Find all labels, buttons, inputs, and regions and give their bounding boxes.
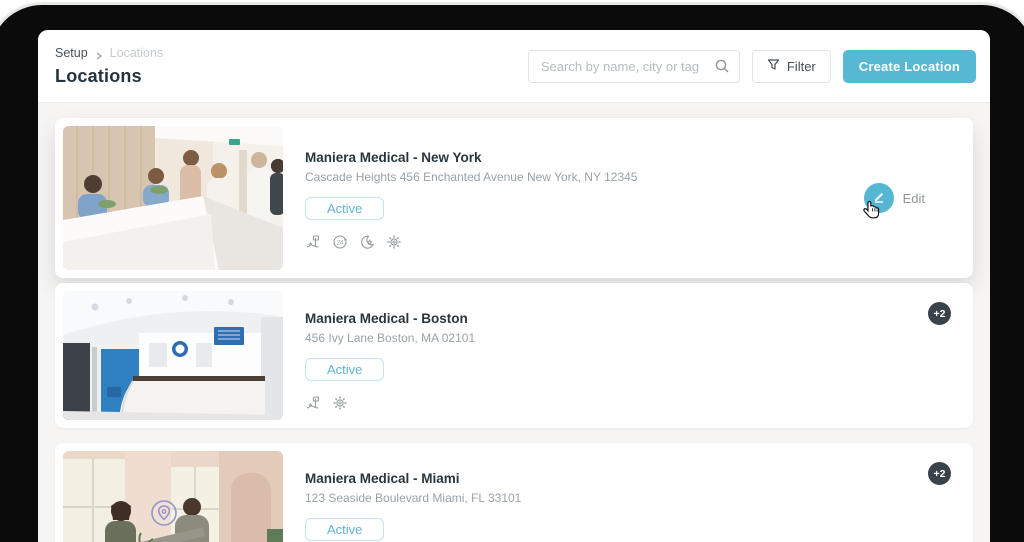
extra-count-badge[interactable]: +2 <box>928 462 951 485</box>
location-name: Maniera Medical - Boston <box>305 311 468 326</box>
search-icon[interactable] <box>714 58 730 79</box>
funnel-icon <box>767 58 780 74</box>
feature-icons <box>305 395 475 411</box>
filter-button[interactable]: Filter <box>751 49 831 83</box>
search-wrap <box>527 49 740 83</box>
filter-button-label: Filter <box>786 58 816 74</box>
location-card-miami[interactable]: Maniera Medical - Miami 123 Seaside Boul… <box>55 443 973 542</box>
location-photo-new-york <box>63 126 283 270</box>
location-info: Maniera Medical - New York Cascade Heigh… <box>305 126 637 270</box>
edit-area: Edit <box>862 183 925 219</box>
search-input[interactable] <box>527 49 740 83</box>
location-name: Maniera Medical - New York <box>305 150 482 165</box>
status-badge: Active <box>305 197 385 220</box>
edit-label: Edit <box>902 190 925 206</box>
edit-button[interactable] <box>863 183 894 213</box>
locations-list: Maniera Medical - New York Cascade Heigh… <box>38 103 990 542</box>
location-name: Maniera Medical - Miami <box>305 471 460 486</box>
header-left: Setup Locations Locations <box>55 46 163 87</box>
breadcrumb-setup[interactable]: Setup <box>55 46 88 60</box>
location-address: Cascade Heights 456 Enchanted Avenue New… <box>305 170 638 184</box>
app-window: Setup Locations Locations Search by name… <box>38 30 990 542</box>
moon-star-icon <box>361 235 375 249</box>
page-background: Setup Locations Locations Search by name… <box>0 0 1024 542</box>
hours-24-icon: 24 <box>333 235 348 249</box>
feature-icons: 24 <box>305 234 637 250</box>
page-title: Locations <box>55 65 142 86</box>
device-frame: Setup Locations Locations Search by name… <box>0 5 1024 542</box>
location-address: 456 Ivy Lane Boston, MA 02101 <box>305 331 476 345</box>
gear-icon <box>387 235 401 249</box>
location-card-new-york[interactable]: Maniera Medical - New York Cascade Heigh… <box>55 118 973 278</box>
extra-count-badge[interactable]: +2 <box>928 302 951 325</box>
gear-icon <box>333 396 347 410</box>
location-photo-miami <box>63 451 283 542</box>
status-badge: Active <box>305 518 385 541</box>
status-badge: Active <box>305 358 385 381</box>
breadcrumb-locations: Locations <box>109 45 164 60</box>
location-info: Maniera Medical - Boston 456 Ivy Lane Bo… <box>305 291 475 420</box>
location-address: 123 Seaside Boulevard Miami, FL 33101 <box>305 491 522 505</box>
header: Setup Locations Locations Search by name… <box>38 30 990 103</box>
location-card-boston[interactable]: Maniera Medical - Boston 456 Ivy Lane Bo… <box>55 283 973 428</box>
signpost-icon <box>306 235 320 248</box>
svg-text:24: 24 <box>337 240 344 246</box>
breadcrumb: Setup Locations <box>55 46 163 60</box>
header-actions: Filter Create Location <box>527 49 976 83</box>
location-photo-boston <box>63 291 283 420</box>
pencil-icon <box>872 190 886 207</box>
create-location-button[interactable]: Create Location <box>842 49 976 83</box>
location-info: Maniera Medical - Miami 123 Seaside Boul… <box>305 451 521 542</box>
breadcrumb-chevron-icon <box>95 49 103 60</box>
signpost-icon <box>306 396 320 409</box>
